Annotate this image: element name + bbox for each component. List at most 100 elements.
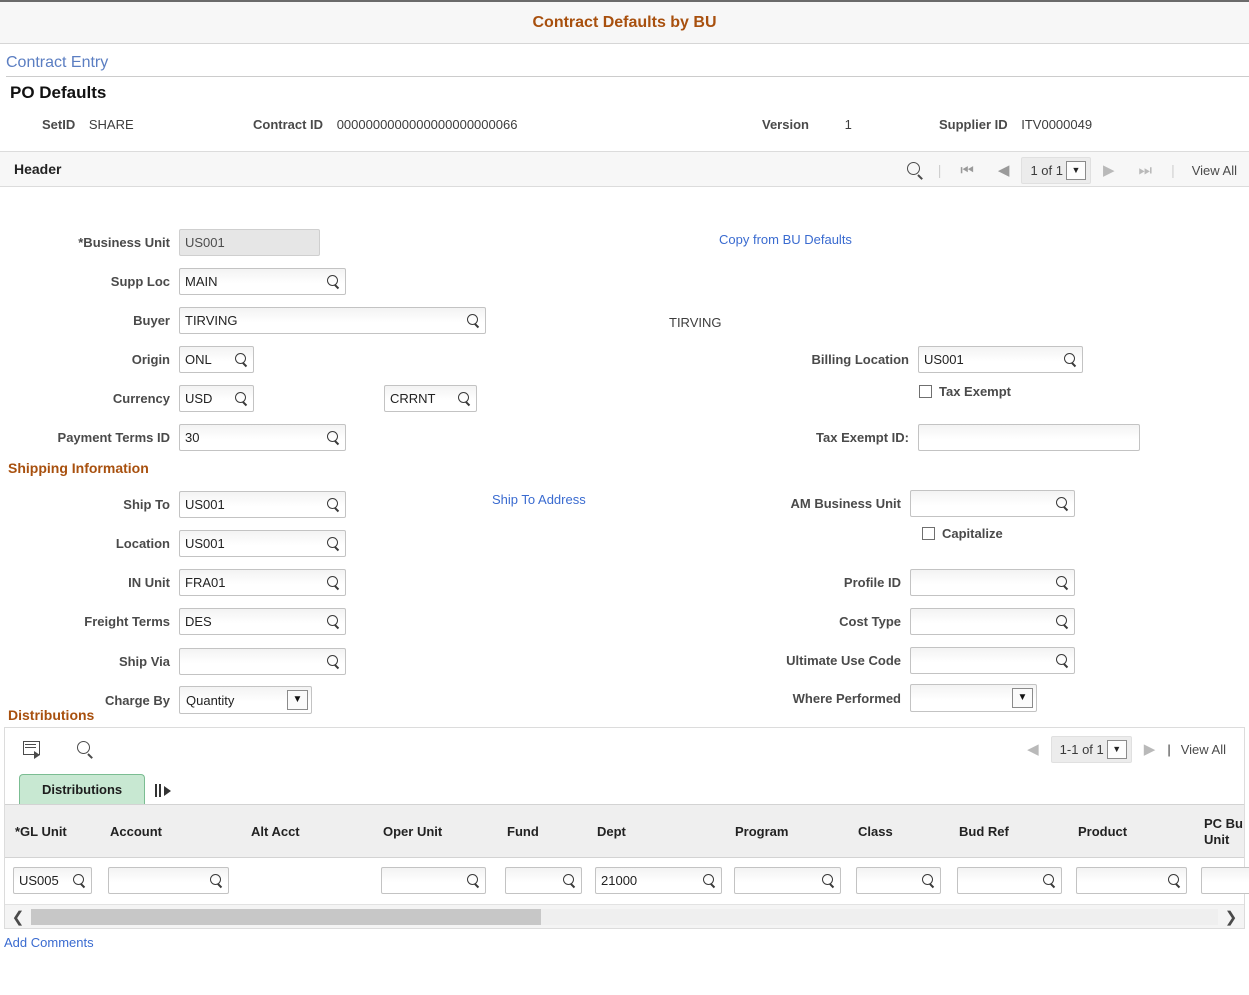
class-lookup-icon[interactable] [921, 873, 936, 888]
oper-unit-lookup-icon[interactable] [466, 873, 481, 888]
next-row-icon[interactable]: ▶ [1091, 161, 1127, 179]
capitalize-checkbox[interactable] [922, 527, 935, 540]
column-header-alt-acct[interactable]: Alt Acct [251, 805, 300, 859]
location-lookup-icon[interactable] [326, 536, 341, 551]
cell-fund[interactable] [505, 867, 582, 894]
tax-exempt-checkbox[interactable] [919, 385, 932, 398]
rate-type-lookup-icon[interactable] [457, 391, 472, 406]
payment-terms-id-input[interactable]: 30 [179, 424, 346, 451]
grid-previous-page-icon[interactable]: ◀ [1015, 740, 1051, 758]
origin-lookup-icon[interactable] [234, 352, 249, 367]
last-row-icon[interactable]: ⏭ [1127, 162, 1165, 179]
setid-label: SetID [42, 117, 75, 132]
where-performed-dropdown-icon[interactable]: ▼ [1012, 688, 1033, 708]
column-header-gl-unit[interactable]: *GL Unit [15, 805, 67, 859]
column-header-oper-unit[interactable]: Oper Unit [383, 805, 442, 859]
distributions-counter-dropdown-icon[interactable]: ▼ [1107, 740, 1127, 759]
column-header-fund[interactable]: Fund [507, 805, 539, 859]
am-business-unit-lookup-icon[interactable] [1055, 496, 1070, 511]
cost-type-input[interactable] [910, 608, 1075, 635]
billing-location-lookup-icon[interactable] [1063, 352, 1078, 367]
ship-via-lookup-icon[interactable] [326, 654, 341, 669]
copy-from-bu-defaults-link[interactable]: Copy from BU Defaults [719, 232, 852, 247]
cost-type-lookup-icon[interactable] [1055, 614, 1070, 629]
buyer-input[interactable]: TIRVING [179, 307, 486, 334]
ship-to-input[interactable]: US001 [179, 491, 346, 518]
scrollbar-thumb[interactable] [31, 909, 541, 925]
header-view-all-link[interactable]: View All [1182, 163, 1249, 178]
bud-ref-lookup-icon[interactable] [1042, 873, 1057, 888]
payment-terms-id-lookup-icon[interactable] [326, 430, 341, 445]
version-label: Version [762, 117, 809, 132]
header-counter-dropdown-icon[interactable]: ▼ [1066, 161, 1086, 180]
ship-to-lookup-icon[interactable] [326, 497, 341, 512]
product-lookup-icon[interactable] [1167, 873, 1182, 888]
ultimate-use-code-input[interactable] [910, 647, 1075, 674]
program-lookup-icon[interactable] [821, 873, 836, 888]
column-header-bud-ref[interactable]: Bud Ref [959, 805, 1009, 859]
profile-id-input[interactable] [910, 569, 1075, 596]
grid-find-icon[interactable] [77, 741, 94, 758]
scrollbar-track[interactable] [31, 909, 1218, 925]
column-header-account[interactable]: Account [110, 805, 162, 859]
distributions-view-all-link[interactable]: View All [1171, 742, 1238, 757]
fund-lookup-icon[interactable] [562, 873, 577, 888]
header-row-counter[interactable]: 1 of 1 ▼ [1021, 157, 1091, 184]
first-row-icon[interactable]: ⏮ [948, 162, 986, 179]
scroll-right-icon[interactable]: ❯ [1218, 908, 1244, 926]
currency-lookup-icon[interactable] [234, 391, 249, 406]
column-header-pc-bus-unit[interactable]: PC Bu Unit [1204, 805, 1243, 859]
column-header-dept[interactable]: Dept [597, 805, 626, 859]
in-unit-input[interactable]: FRA01 [179, 569, 346, 596]
cell-class[interactable] [856, 867, 941, 894]
cell-dept[interactable]: 21000 [595, 867, 722, 894]
location-input[interactable]: US001 [179, 530, 346, 557]
dept-lookup-icon[interactable] [702, 873, 717, 888]
ship-to-address-link[interactable]: Ship To Address [492, 492, 586, 507]
distributions-row-counter[interactable]: 1-1 of 1 ▼ [1051, 736, 1132, 763]
freight-terms-lookup-icon[interactable] [326, 614, 341, 629]
buyer-display-name: TIRVING [669, 315, 722, 330]
column-header-program[interactable]: Program [735, 805, 788, 859]
currency-input[interactable]: USD [179, 385, 254, 412]
account-lookup-icon[interactable] [209, 873, 224, 888]
checkbox-capitalize[interactable]: Capitalize [922, 526, 1003, 541]
origin-input[interactable]: ONL [179, 346, 254, 373]
grid-personalize-icon[interactable] [23, 740, 43, 758]
gl-unit-lookup-icon[interactable] [72, 873, 87, 888]
field-ship-to: Ship To US001 [0, 491, 346, 518]
buyer-lookup-icon[interactable] [466, 313, 481, 328]
cell-product[interactable] [1076, 867, 1187, 894]
search-icon[interactable] [901, 162, 931, 179]
billing-location-input[interactable]: US001 [918, 346, 1083, 373]
cell-pc-bus-unit[interactable] [1201, 867, 1249, 894]
grid-next-page-icon[interactable]: ▶ [1132, 740, 1168, 758]
tax-exempt-id-label: Tax Exempt ID: [650, 430, 918, 445]
profile-id-lookup-icon[interactable] [1055, 575, 1070, 590]
checkbox-tax-exempt[interactable]: Tax Exempt [919, 384, 1011, 399]
freight-terms-input[interactable]: DES [179, 608, 346, 635]
column-header-product[interactable]: Product [1078, 805, 1127, 859]
grid-horizontal-scrollbar[interactable]: ❮ ❯ [5, 904, 1244, 928]
payment-terms-id-label: Payment Terms ID [0, 430, 179, 445]
cell-program[interactable] [734, 867, 841, 894]
ultimate-use-code-lookup-icon[interactable] [1055, 653, 1070, 668]
add-comments-link[interactable]: Add Comments [0, 929, 1249, 950]
supp-loc-lookup-icon[interactable] [326, 274, 341, 289]
expand-all-icon[interactable] [155, 784, 173, 797]
previous-row-icon[interactable]: ◀ [986, 161, 1022, 179]
in-unit-lookup-icon[interactable] [326, 575, 341, 590]
am-business-unit-input[interactable] [910, 490, 1075, 517]
cell-oper-unit[interactable] [381, 867, 486, 894]
cell-gl-unit[interactable]: US005 [13, 867, 92, 894]
breadcrumb-link-contract-entry[interactable]: Contract Entry [6, 54, 108, 72]
column-header-class[interactable]: Class [858, 805, 893, 859]
supp-loc-input[interactable]: MAIN [179, 268, 346, 295]
rate-type-input[interactable]: CRRNT [384, 385, 477, 412]
scroll-left-icon[interactable]: ❮ [5, 908, 31, 926]
cell-bud-ref[interactable] [957, 867, 1062, 894]
tax-exempt-id-input[interactable] [918, 424, 1140, 451]
tab-distributions[interactable]: Distributions [19, 774, 145, 804]
cell-account[interactable] [108, 867, 229, 894]
ship-via-input[interactable] [179, 648, 346, 675]
